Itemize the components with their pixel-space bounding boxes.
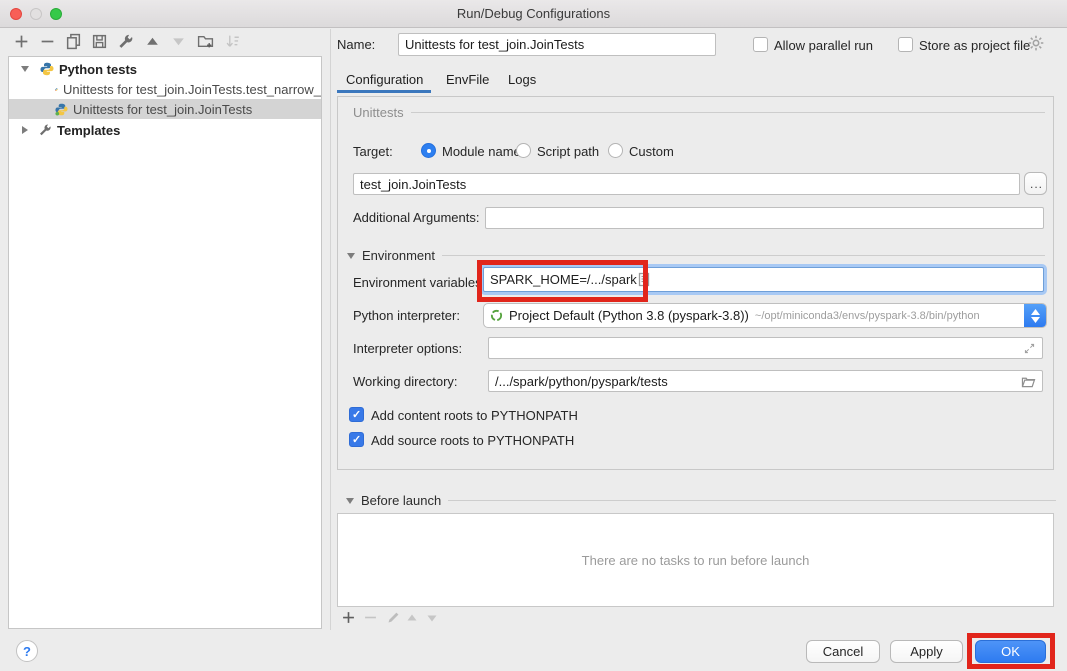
allow-parallel-run-checkbox[interactable] [753,37,768,52]
python-interpreter-combo[interactable]: Project Default (Python 3.8 (pyspark-3.8… [483,303,1047,328]
store-as-project-file-label[interactable]: Store as project file [919,38,1030,53]
annotation-red-box-ok-button [967,633,1055,669]
target-module-name-label[interactable]: Module name [442,144,521,159]
add-icon[interactable] [13,33,30,50]
add-source-roots-label[interactable]: Add source roots to PYTHONPATH [371,433,574,448]
before-launch-group-label: Before launch [361,493,441,508]
remove-icon[interactable] [39,33,56,50]
run-debug-configurations-dialog: Run/Debug Configurations Python tests Un… [0,0,1067,671]
interpreter-dropdown-button[interactable] [1024,304,1046,327]
tree-item-unittest-jointests-selected[interactable]: Unittests for test_join.JoinTests [9,99,321,119]
environment-group-label: Environment [362,248,435,263]
additional-arguments-input[interactable] [485,207,1044,229]
tree-item-label: Python tests [59,62,137,77]
add-content-roots-label[interactable]: Add content roots to PYTHONPATH [371,408,578,423]
active-tab-underline [337,90,431,93]
tab-configuration[interactable]: Configuration [346,72,423,87]
edit-templates-wrench-icon[interactable] [117,33,134,50]
move-up-icon[interactable] [144,33,161,50]
panel-splitter[interactable] [330,29,331,630]
target-custom-radio[interactable] [608,143,623,158]
python-icon [40,62,54,76]
zoom-window-button[interactable] [50,8,62,20]
environment-variables-label: Environment variables: [353,275,485,290]
caret-down-icon[interactable] [21,66,29,72]
folder-icon[interactable] [1021,375,1036,388]
apply-button[interactable]: Apply [890,640,963,663]
tree-item-templates[interactable]: Templates [9,120,321,140]
tree-item-python-tests[interactable]: Python tests [9,59,321,79]
python-test-icon [55,83,58,96]
sort-alphabetically-icon[interactable] [225,33,242,50]
gear-icon[interactable] [1027,34,1045,52]
copy-icon[interactable] [65,33,82,50]
group-separator-line [448,500,1056,501]
before-launch-group-header: Before launch [346,493,1056,508]
add-task-icon[interactable] [342,611,355,624]
add-source-roots-checkbox[interactable] [349,432,364,447]
move-task-up-icon[interactable] [406,612,418,624]
tree-item-label: Templates [57,123,120,138]
tree-item-unittest-narrow[interactable]: Unittests for test_join.JoinTests.test_n… [9,79,321,99]
python-interpreter-path: ~/opt/miniconda3/envs/pyspark-3.8/bin/py… [755,310,1024,322]
new-folder-icon[interactable] [197,33,214,50]
configurations-tree: Python tests Unittests for test_join.Joi… [8,56,322,629]
target-label: Target: [353,144,393,159]
python-interpreter-label: Python interpreter: [353,308,460,323]
browse-button[interactable]: ... [1024,172,1047,195]
move-down-icon[interactable] [170,33,187,50]
tab-logs[interactable]: Logs [508,72,536,87]
tree-item-label: Unittests for test_join.JoinTests [73,102,252,117]
target-custom-label[interactable]: Custom [629,144,674,159]
target-script-path-label[interactable]: Script path [537,144,599,159]
working-directory-value: /.../spark/python/pyspark/tests [495,374,1021,389]
additional-arguments-label: Additional Arguments: [353,210,479,225]
target-script-path-radio[interactable] [516,143,531,158]
group-separator-line [411,112,1045,113]
collapse-caret-icon[interactable] [346,498,354,504]
chevron-up-icon [1031,309,1040,315]
name-input[interactable]: Unittests for test_join.JoinTests [398,33,716,56]
environment-group-header: Environment [347,248,1045,263]
close-window-button[interactable] [10,8,22,20]
module-name-value: test_join.JoinTests [360,177,466,192]
group-separator-line [442,255,1045,256]
window-title: Run/Debug Configurations [0,0,1067,27]
unittests-group-label: Unittests [353,105,404,120]
caret-right-icon[interactable] [22,126,28,134]
interpreter-options-input[interactable] [488,337,1043,359]
python-test-icon [55,103,68,116]
collapse-caret-icon[interactable] [347,253,355,259]
target-module-name-radio[interactable] [421,143,436,158]
annotation-red-box-env-vars [477,260,648,302]
working-directory-input[interactable]: /.../spark/python/pyspark/tests [488,370,1043,392]
configuration-panel: Unittests Target: Module name Script pat… [337,96,1054,470]
minimize-window-button [30,8,42,20]
before-launch-empty-text: There are no tasks to run before launch [582,553,810,568]
add-content-roots-checkbox[interactable] [349,407,364,422]
edit-pencil-icon[interactable] [386,610,400,624]
tree-item-label: Unittests for test_join.JoinTests.test_n… [63,82,321,97]
name-label: Name: [337,37,375,52]
store-as-project-file-checkbox[interactable] [898,37,913,52]
before-launch-task-list: There are no tasks to run before launch [337,513,1054,607]
conda-environment-icon [490,309,503,322]
name-value: Unittests for test_join.JoinTests [405,37,584,52]
python-interpreter-value: Project Default (Python 3.8 (pyspark-3.8… [509,308,749,323]
help-button[interactable]: ? [16,640,38,662]
working-directory-label: Working directory: [353,374,458,389]
cancel-button[interactable]: Cancel [806,640,880,663]
chevron-down-icon [1031,317,1040,323]
expand-field-icon[interactable] [1023,342,1036,355]
unittests-group-header: Unittests [353,105,1045,120]
allow-parallel-run-label[interactable]: Allow parallel run [774,38,873,53]
titlebar: Run/Debug Configurations [0,0,1067,28]
move-task-down-icon[interactable] [426,612,438,624]
wrench-icon [38,123,52,137]
save-icon[interactable] [91,33,108,50]
tab-envfile[interactable]: EnvFile [446,72,489,87]
remove-task-icon[interactable] [364,611,377,624]
module-name-input[interactable]: test_join.JoinTests [353,173,1020,195]
interpreter-options-label: Interpreter options: [353,341,462,356]
